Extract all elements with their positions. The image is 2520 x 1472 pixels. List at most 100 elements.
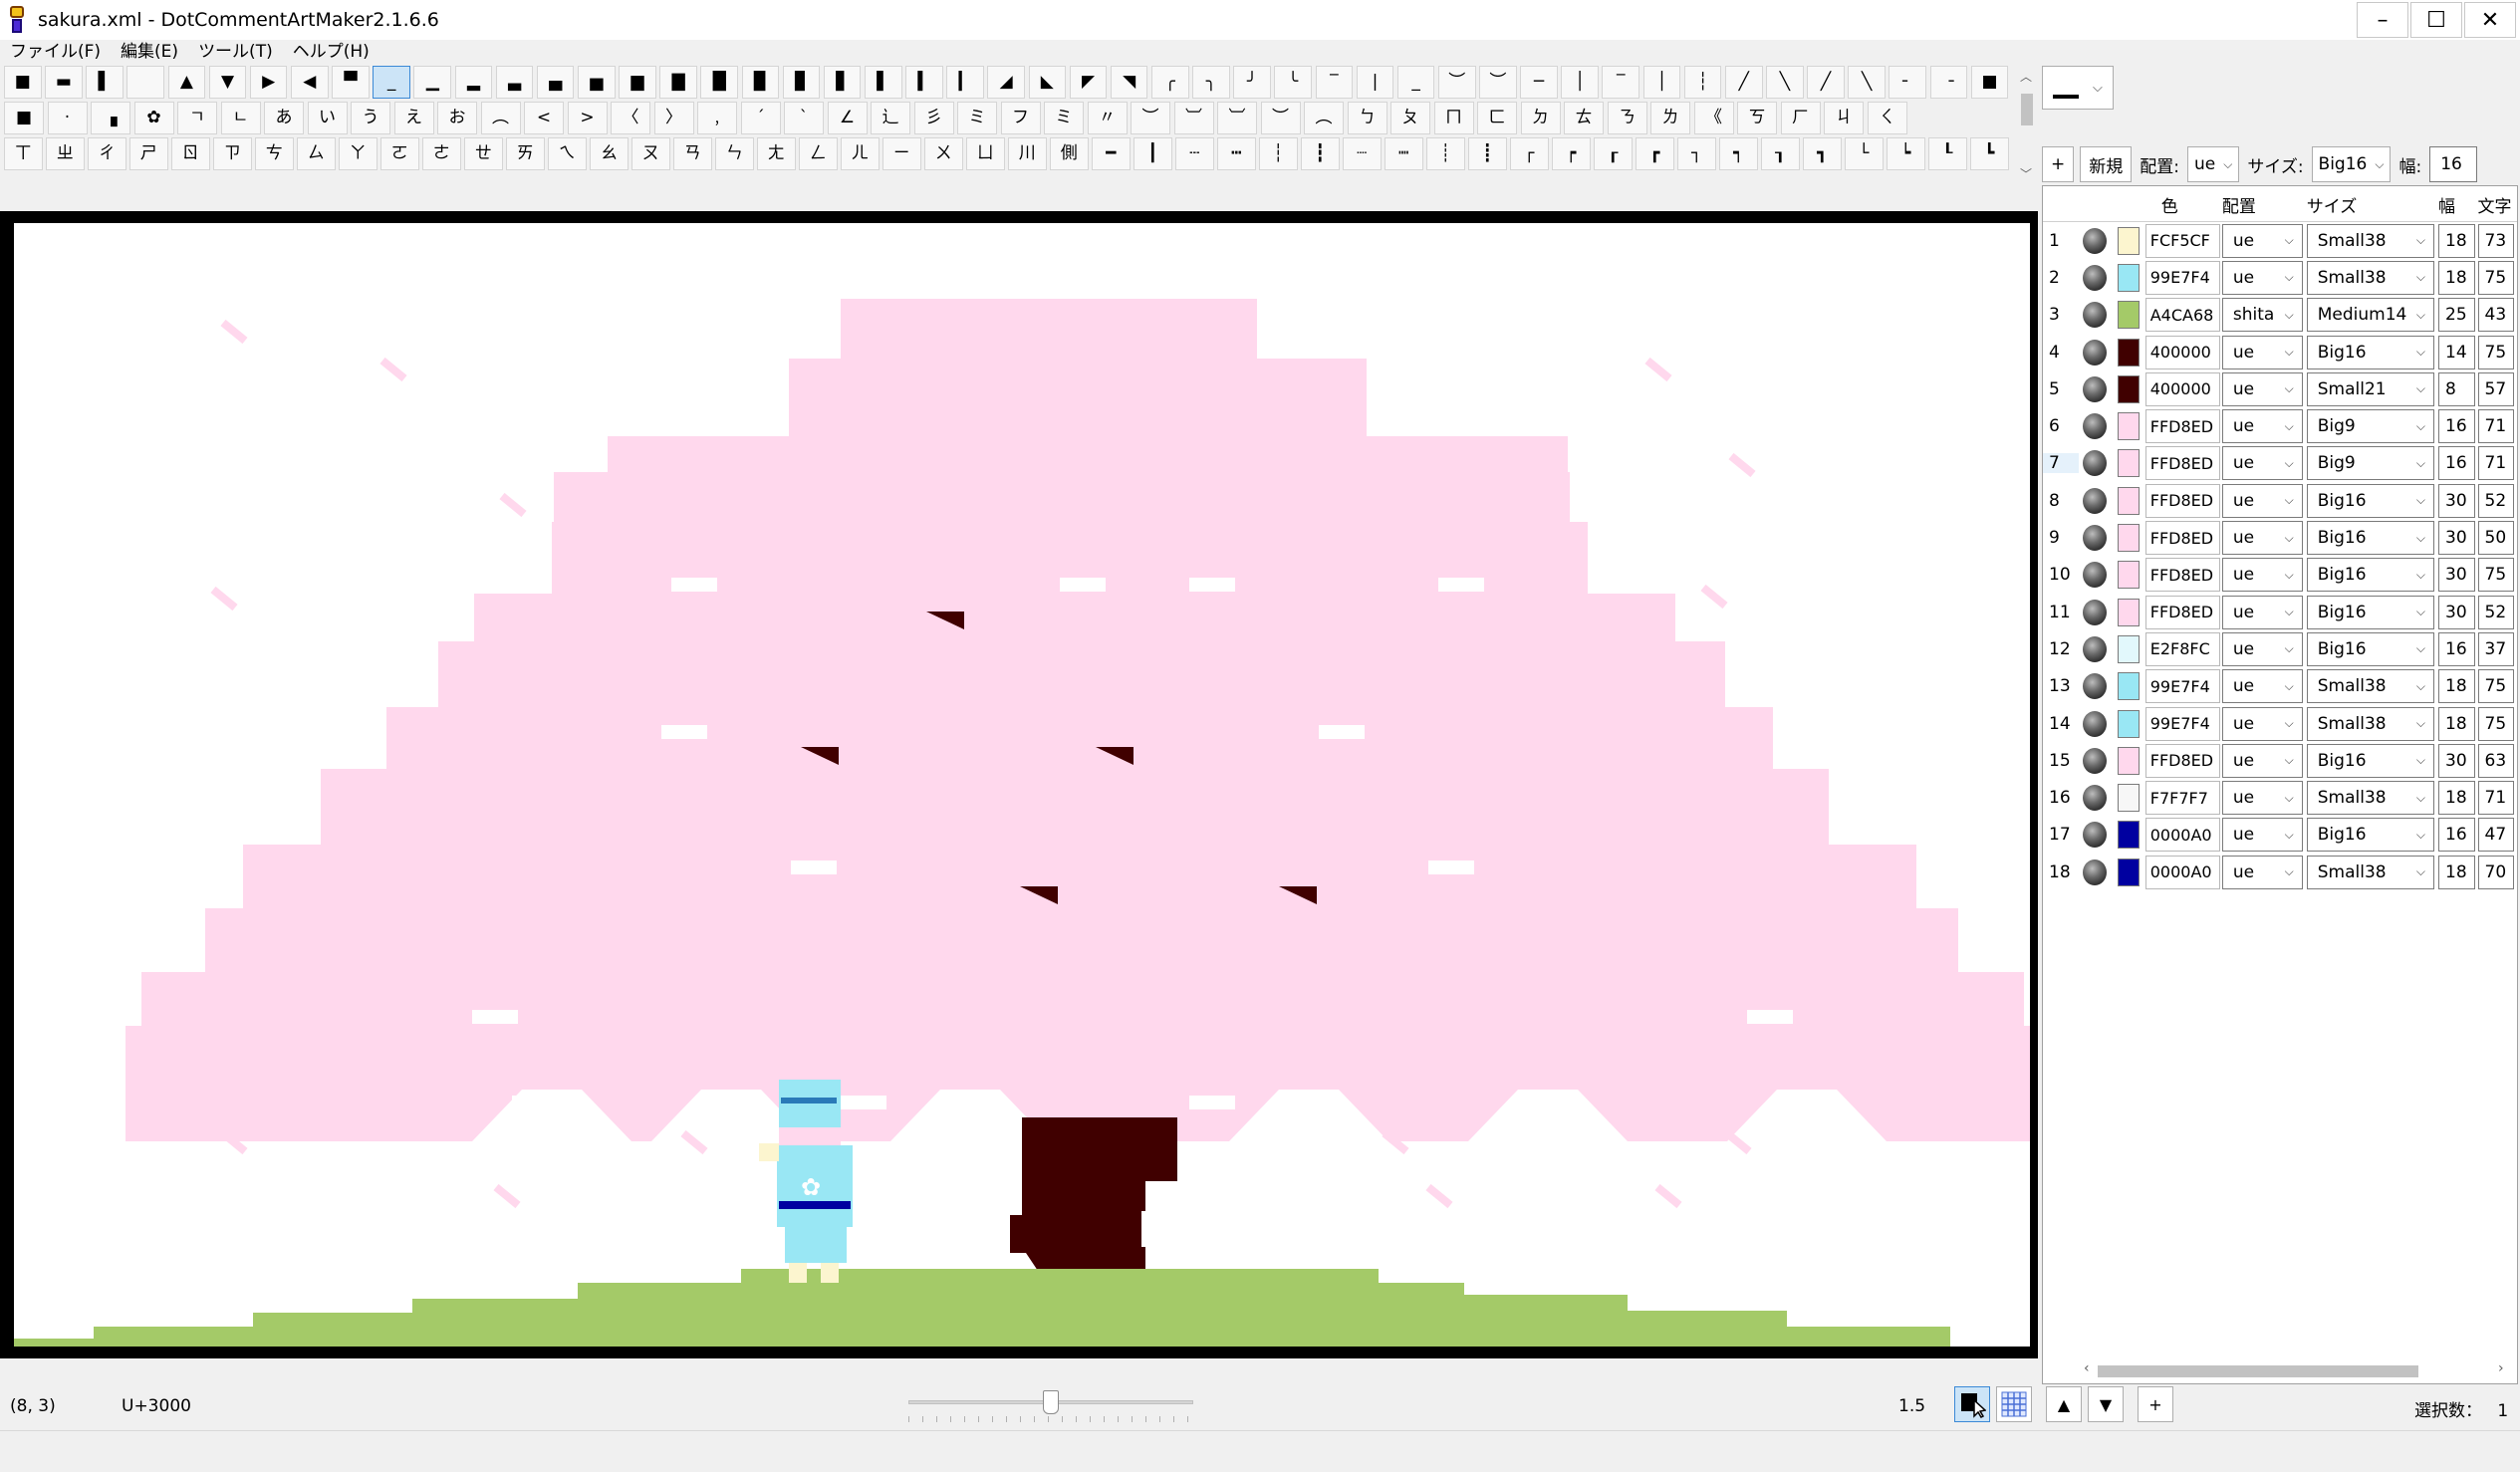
glyph-button[interactable]: ︵ [480, 102, 521, 134]
size-dropdown[interactable]: Small38 ⌵ [2306, 781, 2435, 816]
placement-dropdown[interactable]: ue ⌵ [2221, 669, 2303, 704]
placement-dropdown[interactable]: ue ⌵ [2221, 483, 2303, 518]
glyph-button[interactable]: ㄆ [1390, 102, 1430, 134]
glyph-button[interactable]: あ [264, 102, 304, 134]
color-swatch-cell[interactable] [2112, 263, 2145, 292]
glyph-button[interactable]: ∠ [827, 102, 868, 134]
glyph-button[interactable]: 〃 [1087, 102, 1128, 134]
color-code[interactable]: FFD8ED [2144, 521, 2220, 556]
color-code[interactable]: 99E7F4 [2144, 260, 2220, 295]
glyph-button[interactable]: ■ [4, 102, 44, 134]
color-swatch-cell[interactable] [2112, 412, 2145, 441]
width-cell[interactable]: 25 [2438, 298, 2475, 333]
width-cell[interactable]: 16 [2438, 446, 2475, 481]
glyph-button[interactable]: ㄣ [715, 137, 754, 170]
glyph-button[interactable]: ▌ [864, 66, 902, 99]
glyph-button[interactable]: ︶ [1479, 66, 1517, 99]
color-code[interactable]: FFD8ED [2144, 446, 2220, 481]
glyph-button[interactable]: ┊ [1426, 137, 1465, 170]
glyph-button[interactable]: ㄊ [1564, 102, 1604, 134]
size-dropdown[interactable]: Small38 ⌵ [2306, 855, 2435, 889]
glyph-button[interactable]: ㄒ [4, 137, 43, 170]
layer-add-bottom-button[interactable]: + [2138, 1386, 2173, 1422]
color-swatch-cell[interactable] [2112, 524, 2145, 553]
width-cell[interactable]: 30 [2438, 743, 2475, 778]
menu-tools[interactable]: ツール(T) [188, 40, 283, 64]
color-code[interactable]: E2F8FC [2144, 631, 2220, 666]
color-swatch-cell[interactable] [2112, 226, 2145, 255]
glyph-button[interactable]: ▅ [577, 66, 616, 99]
visibility-toggle[interactable] [2079, 747, 2113, 774]
width-cell[interactable]: 30 [2438, 558, 2475, 593]
visibility-toggle[interactable] [2079, 822, 2113, 849]
glyph-button[interactable]: ㄉ [1520, 102, 1561, 134]
visibility-toggle[interactable] [2079, 450, 2113, 477]
glyph-button[interactable]: ┃ [1134, 137, 1172, 170]
width-cell[interactable]: 18 [2438, 706, 2475, 741]
glyph-button[interactable]: ㄔ [88, 137, 126, 170]
visibility-toggle[interactable] [2079, 339, 2113, 366]
color-code[interactable]: 400000 [2144, 371, 2220, 406]
layer-row[interactable]: 18 0000A0 ue ⌵ Small38 ⌵ 18 70 [2043, 854, 2517, 890]
color-swatch-cell[interactable] [2112, 784, 2145, 813]
glyph-button[interactable]: ▆ [619, 66, 656, 99]
color-swatch-cell[interactable] [2112, 374, 2145, 403]
size-dropdown[interactable]: Big16 ⌵ [2306, 595, 2435, 629]
placement-dropdown[interactable]: ue ⌵ [2221, 706, 2303, 741]
visibility-toggle[interactable] [2079, 487, 2113, 514]
glyph-button[interactable]: ▃ [495, 66, 534, 99]
minimize-button[interactable]: – [2357, 2, 2408, 38]
scroll-down-icon[interactable]: ﹀ [2020, 165, 2032, 182]
menu-file[interactable]: ファイル(F) [0, 40, 111, 64]
chars-cell[interactable]: 70 [2477, 855, 2514, 889]
glyph-button[interactable]: │ [1642, 66, 1681, 99]
glyph-button[interactable]: ▲ [167, 66, 206, 99]
glyph-button[interactable]: ■ [1970, 66, 2009, 99]
glyph-button[interactable]: ┆ [1683, 66, 1722, 99]
glyph-button[interactable]: ︺ [1173, 102, 1214, 134]
glyph-button[interactable]: ㄖ [171, 137, 210, 170]
color-code[interactable]: FCF5CF [2144, 223, 2220, 258]
chars-cell[interactable]: 50 [2477, 521, 2514, 556]
size-select[interactable]: Big16 ⌵ [2311, 146, 2392, 182]
color-code[interactable]: 400000 [2144, 335, 2220, 369]
glyph-button[interactable]: ╮ [1192, 66, 1230, 99]
color-swatch-cell[interactable] [2112, 634, 2145, 663]
placement-dropdown[interactable]: ue ⌵ [2221, 409, 2303, 444]
layer-hscroll-thumb[interactable] [2098, 1365, 2418, 1377]
color-swatch-cell[interactable] [2112, 338, 2145, 367]
size-dropdown[interactable]: Big9 ⌵ [2306, 446, 2435, 481]
close-button[interactable]: ✕ [2464, 2, 2516, 38]
glyph-button[interactable]: ︺ [1217, 102, 1257, 134]
placement-dropdown[interactable]: ue ⌵ [2221, 260, 2303, 295]
glyph-button[interactable]: ╰ [1274, 66, 1312, 99]
glyph-button[interactable]: ▉ [741, 66, 780, 99]
glyph-button[interactable]: _ [373, 66, 410, 99]
chars-cell[interactable]: 52 [2477, 483, 2514, 518]
new-layer-button[interactable]: 新規 [2080, 146, 2133, 182]
chars-cell[interactable]: 71 [2477, 446, 2514, 481]
glyph-button[interactable]: ┇ [1301, 137, 1340, 170]
visibility-toggle[interactable] [2079, 710, 2113, 737]
color-code[interactable]: FFD8ED [2144, 558, 2220, 593]
glyph-button[interactable]: ㄇ [1433, 102, 1474, 134]
width-cell[interactable]: 30 [2438, 595, 2475, 629]
layer-row[interactable]: 17 0000A0 ue ⌵ Big16 ⌵ 16 47 [2043, 817, 2517, 854]
width-cell[interactable]: 18 [2438, 223, 2475, 258]
color-swatch-cell[interactable] [2112, 821, 2145, 850]
glyph-button[interactable]: ◤ [1069, 66, 1108, 99]
glyph-button[interactable]: ┏ [1636, 137, 1674, 170]
color-swatch-cell[interactable] [2112, 858, 2145, 886]
glyph-button[interactable]: ㄗ [213, 137, 252, 170]
glyph-button[interactable]: ﹐ [697, 102, 737, 134]
width-cell[interactable]: 16 [2438, 631, 2475, 666]
placement-dropdown[interactable]: ue ⌵ [2221, 743, 2303, 778]
chars-cell[interactable]: 75 [2477, 669, 2514, 704]
glyph-button[interactable]: ─ [1520, 66, 1558, 99]
glyph-button[interactable]: ▼ [208, 66, 247, 99]
glyph-button[interactable]: ▗ [91, 102, 130, 134]
glyph-button[interactable] [126, 66, 165, 99]
size-dropdown[interactable]: Big16 ⌵ [2306, 335, 2435, 369]
glyph-button[interactable]: ┅ [1217, 137, 1256, 170]
chars-cell[interactable]: 71 [2477, 781, 2514, 816]
